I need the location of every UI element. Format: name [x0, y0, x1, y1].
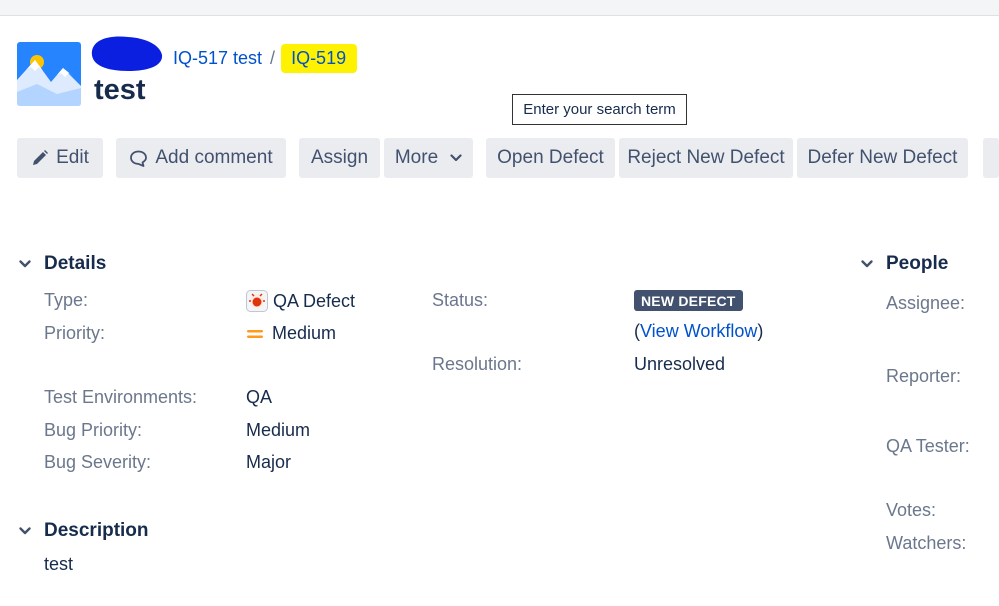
open-defect-button-label: Open Defect — [497, 147, 604, 168]
assign-button-label: Assign — [310, 147, 369, 168]
breadcrumb-current-issue-link[interactable]: IQ-519 — [281, 43, 358, 73]
type-value-text: QA Defect — [273, 290, 356, 311]
bug-severity-value[interactable]: Major — [246, 452, 291, 473]
priority-value: Medium — [246, 323, 336, 344]
qa-defect-icon — [246, 290, 268, 312]
defer-new-defect-button[interactable]: Defer New Defect — [797, 138, 968, 178]
assignee-label: Assignee: — [886, 293, 966, 313]
people-heading: People — [886, 253, 949, 274]
edit-button[interactable]: Edit — [17, 138, 103, 178]
status-lozenge: NEW DEFECT — [634, 290, 743, 311]
comment-icon — [129, 149, 148, 168]
description-text[interactable]: test — [44, 554, 73, 575]
reject-new-defect-button-label: Reject New Defect — [627, 147, 785, 168]
workflow-close-paren: ) — [757, 321, 764, 341]
reporter-label: Reporter: — [886, 366, 962, 386]
issue-title[interactable]: test — [94, 74, 146, 107]
edit-button-label: Edit — [56, 147, 89, 168]
qa-tester-label: QA Tester: — [886, 436, 970, 456]
defer-new-defect-button-label: Defer New Defect — [807, 147, 958, 168]
details-heading: Details — [44, 253, 107, 274]
chevron-down-icon — [859, 256, 877, 272]
reject-new-defect-button[interactable]: Reject New Defect — [619, 138, 793, 178]
add-comment-button-label: Add comment — [155, 147, 273, 168]
more-button[interactable]: More — [384, 138, 473, 178]
pencil-icon — [31, 149, 49, 167]
bug-priority-label: Bug Priority: — [44, 420, 143, 440]
type-value: QA Defect — [246, 290, 355, 312]
description-section-header[interactable]: Description — [17, 520, 149, 542]
test-environments-value[interactable]: QA — [246, 387, 272, 408]
view-workflow-link[interactable]: View Workflow — [640, 321, 757, 342]
open-defect-button[interactable]: Open Defect — [486, 138, 615, 178]
project-avatar[interactable] — [17, 42, 81, 106]
overflow-transition-button[interactable] — [983, 138, 999, 178]
mountain-avatar-icon — [17, 42, 81, 106]
more-button-label: More — [394, 147, 439, 168]
type-label: Type: — [44, 290, 89, 310]
breadcrumb-parent-issue-link[interactable]: IQ-517 test — [173, 48, 262, 69]
priority-medium-icon — [246, 327, 264, 341]
bug-severity-label: Bug Severity: — [44, 452, 152, 472]
add-comment-button[interactable]: Add comment — [116, 138, 286, 178]
status-label: Status: — [432, 290, 489, 310]
breadcrumb-separator: / — [270, 47, 276, 68]
resolution-value: Unresolved — [634, 354, 726, 374]
chevron-down-icon — [17, 256, 35, 272]
watchers-label: Watchers: — [886, 533, 967, 553]
breadcrumb: IQ-517 test / IQ-519 — [173, 43, 358, 73]
test-environments-label: Test Environments: — [44, 387, 198, 407]
assign-button[interactable]: Assign — [299, 138, 380, 178]
chevron-down-icon — [450, 154, 462, 162]
priority-label: Priority: — [44, 323, 106, 343]
redacted-project-name — [91, 36, 163, 71]
people-section-header[interactable]: People — [859, 253, 948, 275]
description-heading: Description — [44, 520, 149, 541]
votes-label: Votes: — [886, 500, 937, 520]
bug-priority-value[interactable]: Medium — [246, 420, 310, 441]
chevron-down-icon — [17, 523, 35, 539]
view-workflow: ( View Workflow ) — [634, 321, 763, 342]
search-tooltip: Enter your search term — [512, 94, 687, 125]
priority-value-text: Medium — [272, 323, 337, 343]
resolution-label: Resolution: — [432, 354, 523, 374]
details-section-header[interactable]: Details — [17, 253, 106, 275]
top-navigation-bar — [0, 0, 999, 16]
